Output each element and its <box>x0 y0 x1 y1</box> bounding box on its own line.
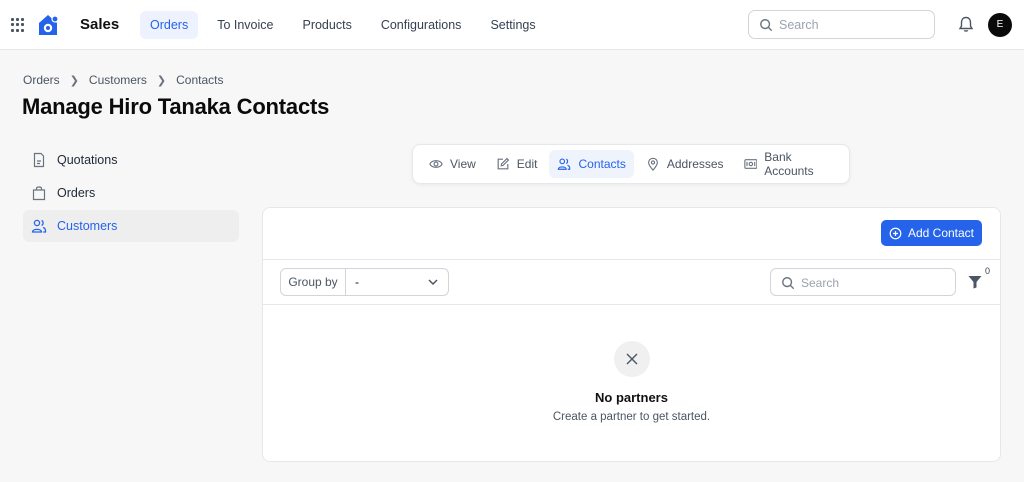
chevron-down-icon <box>428 279 438 286</box>
breadcrumb-contacts: Contacts <box>176 73 224 87</box>
global-search-input[interactable] <box>779 16 929 34</box>
map-pin-icon <box>647 157 658 171</box>
add-contact-label: Add Contact <box>907 226 975 240</box>
group-by-select[interactable]: - <box>346 269 448 295</box>
breadcrumb: Orders ❯ Customers ❯ Contacts <box>23 73 224 87</box>
chevron-right-icon: ❯ <box>69 74 79 87</box>
nav-item-configurations[interactable]: Configurations <box>371 11 472 39</box>
sidebar-item-label: Quotations <box>57 153 118 167</box>
contacts-search-input[interactable] <box>801 274 951 292</box>
filter-count-badge: 0 <box>985 266 991 276</box>
empty-state-title: No partners <box>595 390 668 405</box>
bank-card-icon <box>743 159 757 169</box>
main-nav: Orders To Invoice Products Configuration… <box>140 11 555 39</box>
search-icon <box>782 277 795 290</box>
tab-edit[interactable]: Edit <box>488 150 546 178</box>
sidebar-item-orders[interactable]: Orders <box>23 177 239 209</box>
users-icon <box>558 158 571 170</box>
users-icon <box>31 219 47 233</box>
shopping-bag-icon <box>32 186 46 201</box>
tab-label: View <box>450 157 476 171</box>
sidebar-item-quotations[interactable]: Quotations <box>23 144 239 176</box>
nav-item-orders[interactable]: Orders <box>140 11 199 39</box>
nav-item-to-invoice[interactable]: To Invoice <box>207 11 283 39</box>
page-title: Manage Hiro Tanaka Contacts <box>22 94 330 119</box>
group-by-label: Group by <box>281 269 346 295</box>
breadcrumb-customers[interactable]: Customers <box>89 73 147 87</box>
logo-icon[interactable] <box>36 13 60 37</box>
divider <box>263 304 1000 305</box>
notification-bell-icon[interactable] <box>958 16 974 33</box>
empty-state-icon-wrapper <box>614 341 650 377</box>
sidebar-item-label: Orders <box>57 186 96 200</box>
edit-icon <box>497 157 510 170</box>
search-icon <box>760 19 773 32</box>
chevron-right-icon: ❯ <box>156 74 167 87</box>
divider <box>263 259 1000 260</box>
tab-view[interactable]: View <box>421 150 484 178</box>
nav-item-settings[interactable]: Settings <box>480 11 545 39</box>
record-tabs: View Edit Contacts Addresses Bank Accoun… <box>412 144 850 184</box>
document-icon <box>33 152 45 168</box>
eye-icon <box>429 160 443 168</box>
tab-label: Bank Accounts <box>764 150 814 178</box>
tab-label: Addresses <box>666 157 724 171</box>
group-by-control: Group by - <box>280 268 449 296</box>
top-bar: Sales Orders To Invoice Products Configu… <box>0 0 1024 50</box>
tab-label: Edit <box>516 157 538 171</box>
contacts-search[interactable] <box>770 268 956 296</box>
sidebar-item-label: Customers <box>57 219 118 233</box>
add-contact-button[interactable]: Add Contact <box>881 220 982 246</box>
empty-state-subtitle: Create a partner to get started. <box>552 411 711 423</box>
user-avatar[interactable]: E <box>988 13 1012 37</box>
tab-bank-accounts[interactable]: Bank Accounts <box>736 150 845 178</box>
tab-contacts[interactable]: Contacts <box>549 150 634 178</box>
plus-circle-icon <box>889 227 902 239</box>
group-by-value: - <box>355 275 359 289</box>
contacts-panel: Add Contact Group by - 0 No partners Cre… <box>262 207 1001 462</box>
sidebar: Quotations Orders Customers <box>23 144 239 243</box>
nav-item-products[interactable]: Products <box>292 11 361 39</box>
app-grid-icon[interactable] <box>11 18 25 32</box>
tab-label: Contacts <box>578 157 626 171</box>
breadcrumb-orders[interactable]: Orders <box>23 73 60 87</box>
tab-addresses[interactable]: Addresses <box>638 150 732 178</box>
global-search[interactable] <box>748 10 935 39</box>
app-name: Sales <box>80 16 120 33</box>
sidebar-item-customers[interactable]: Customers <box>23 210 239 242</box>
close-icon <box>626 353 638 365</box>
filter-icon[interactable] <box>968 275 982 289</box>
